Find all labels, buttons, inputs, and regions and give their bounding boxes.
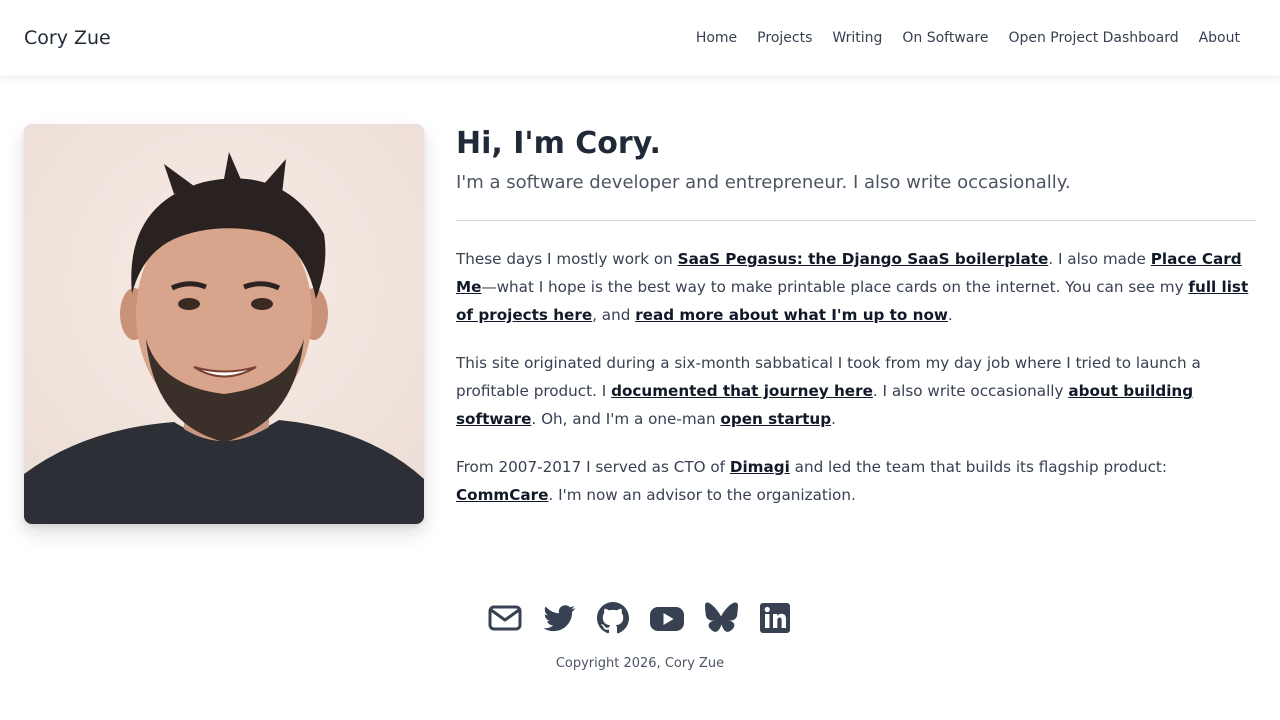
about-content: Hi, I'm Cory. I'm a software developer a… [456,124,1256,509]
top-navbar: Cory Zue Home Projects Writing On Softwa… [0,0,1280,76]
paragraph-text: . [831,410,836,428]
paragraph-text: These days I mostly work on [456,250,678,268]
paragraph-text: . I also made [1048,250,1151,268]
youtube-icon [650,607,684,631]
nav-links: Home Projects Writing On Software Open P… [696,30,1240,46]
paragraph-text: . I'm now an advisor to the organization… [548,486,856,504]
career-paragraph: From 2007-2017 I served as CTO of Dimagi… [456,453,1256,509]
hero-title: Hi, I'm Cory. [456,126,661,161]
envelope-icon [488,605,522,631]
youtube-link[interactable] [649,600,685,636]
nav-link-on-software[interactable]: On Software [902,30,988,46]
portrait-illustration [24,124,424,524]
dimagi-link[interactable]: Dimagi [730,458,790,476]
intro-paragraph: These days I mostly work on SaaS Pegasus… [456,245,1256,329]
social-links [0,600,1280,636]
nav-link-open-project-dashboard[interactable]: Open Project Dashboard [1008,30,1178,46]
linkedin-icon [760,603,790,633]
site-brand-link[interactable]: Cory Zue [24,27,111,49]
profile-photo [24,124,424,524]
paragraph-text: . [947,306,953,324]
paragraph-text: From 2007-2017 I served as CTO of [456,458,730,476]
email-link[interactable] [487,600,523,636]
open-startup-link[interactable]: open startup [720,410,831,428]
twitter-icon [543,605,576,632]
bluesky-link[interactable] [703,600,739,636]
paragraph-text: —what I hope is the best way to make pri… [481,278,1189,296]
hero-subtitle: I'm a software developer and entrepreneu… [456,172,1071,193]
journey-link[interactable]: documented that journey here [611,382,873,400]
nav-link-home[interactable]: Home [696,30,737,46]
now-page-link[interactable]: read more about what I'm up to now [635,306,948,324]
bluesky-icon [705,602,738,632]
commcare-link[interactable]: CommCare [456,486,548,504]
nav-link-about[interactable]: About [1199,30,1240,46]
section-divider [456,220,1256,221]
twitter-link[interactable] [541,600,577,636]
paragraph-text: and led the team that builds its flagshi… [789,458,1168,476]
nav-link-writing[interactable]: Writing [832,30,882,46]
saas-pegasus-link[interactable]: SaaS Pegasus: the Django SaaS boilerplat… [678,250,1049,268]
sabbatical-paragraph: This site originated during a six-month … [456,349,1256,433]
github-icon [597,602,629,634]
linkedin-link[interactable] [757,600,793,636]
github-link[interactable] [595,600,631,636]
paragraph-text: . I also write occasionally [872,382,1069,400]
paragraph-text: . Oh, and I'm a one-man [531,410,721,428]
paragraph-text: , and [592,306,636,324]
nav-link-projects[interactable]: Projects [757,30,812,46]
copyright-text: Copyright 2026, Cory Zue [555,656,725,671]
